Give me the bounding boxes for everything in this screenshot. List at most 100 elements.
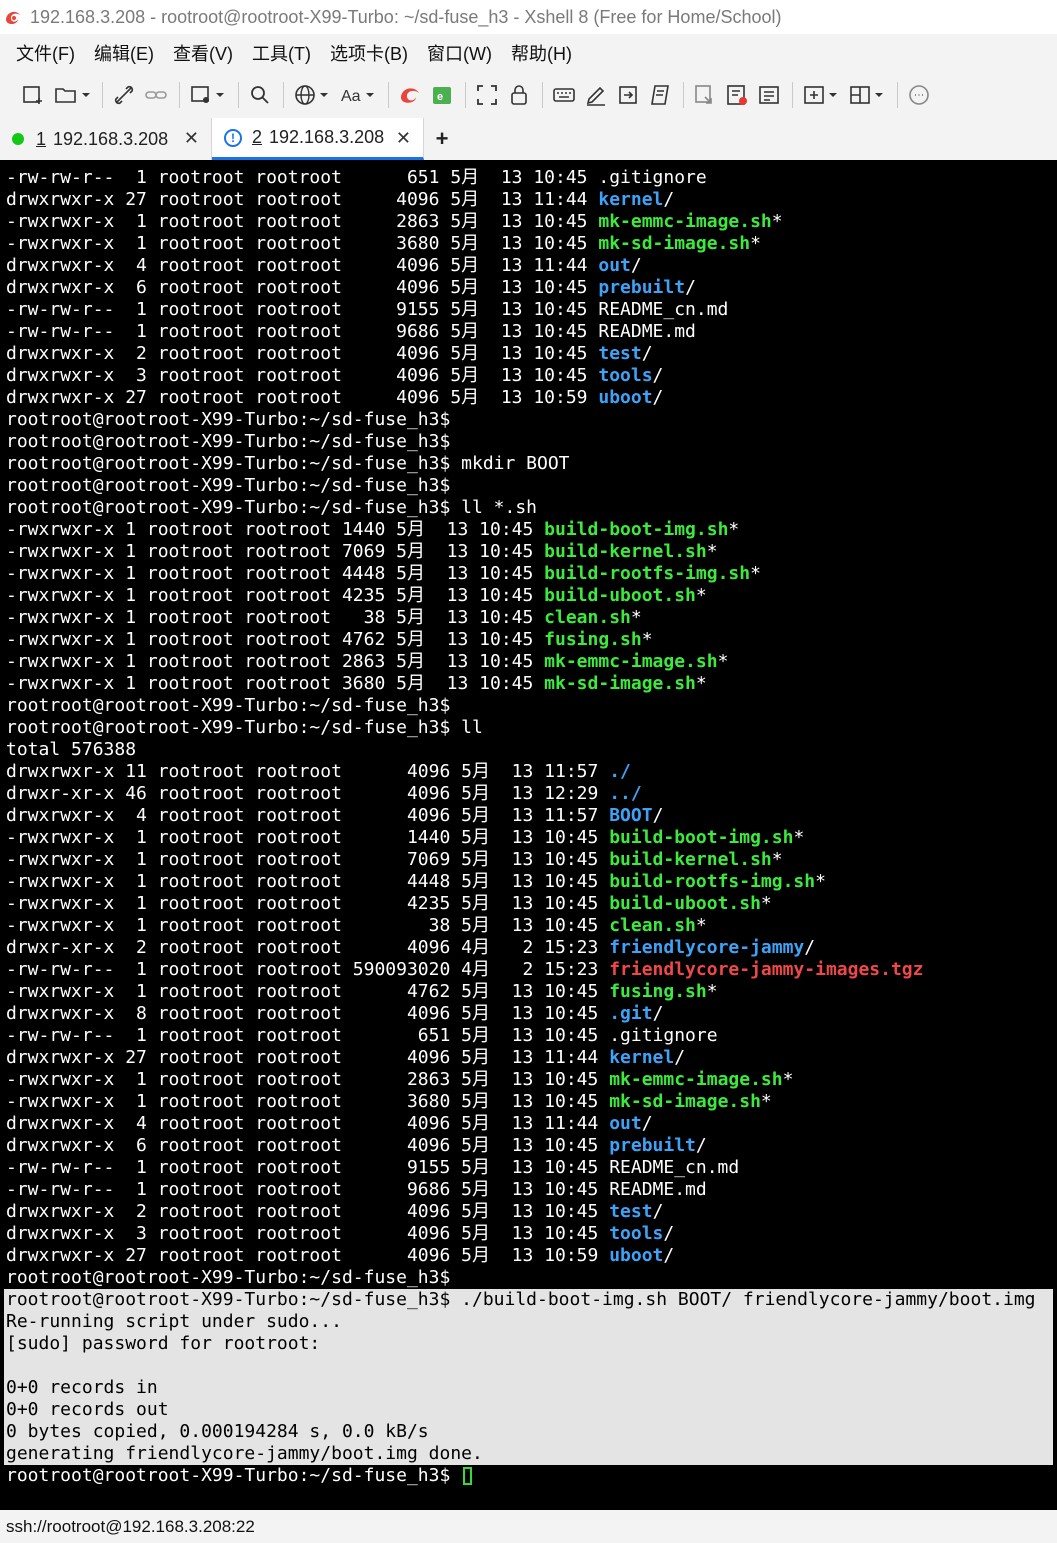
terminal-text: drwxrwxr-x 2 rootroot rootroot 4096 5月 1…: [6, 343, 599, 364]
terminal-line: -rwxrwxr-x 1 rootroot rootroot 4762 5月 1…: [6, 629, 653, 651]
terminal-line: drwxrwxr-x 3 rootroot rootroot 4096 5月 1…: [6, 1223, 674, 1245]
terminal-text: drwxrwxr-x 3 rootroot rootroot 4096 5月 1…: [6, 365, 599, 386]
font-icon[interactable]: Aa: [336, 80, 380, 110]
menu-tools[interactable]: 工具(T): [250, 38, 313, 68]
terminal-line: -rwxrwxr-x 1 rootroot rootroot 3680 5月 1…: [6, 233, 761, 255]
menu-bar: 文件(F) 编辑(E) 查看(V) 工具(T) 选项卡(B) 窗口(W) 帮助(…: [0, 34, 1057, 72]
menu-view[interactable]: 查看(V): [171, 38, 235, 68]
terminal-text: -rwxrwxr-x 1 rootroot rootroot 7069 5月 1…: [6, 541, 545, 562]
script-icon[interactable]: [645, 80, 675, 110]
terminal-line: drwxrwxr-x 3 rootroot rootroot 4096 5月 1…: [6, 365, 663, 387]
terminal-text: -rw-rw-r-- 1 rootroot rootroot 651 5月 13…: [6, 1025, 718, 1046]
terminal-exe-name: clean.sh: [609, 915, 696, 936]
terminal-line: rootroot@rootroot-X99-Turbo:~/sd-fuse_h3…: [6, 1267, 450, 1289]
terminal-text: /: [652, 805, 664, 826]
terminal-line: -rwxrwxr-x 1 rootroot rootroot 2863 5月 1…: [6, 211, 783, 233]
terminal-line: rootroot@rootroot-X99-Turbo:~/sd-fuse_h3…: [6, 497, 537, 519]
tab-number: 2: [252, 127, 263, 147]
terminal-text: /: [641, 343, 653, 364]
terminal-text: drwxrwxr-x 4 rootroot rootroot 4096 5月 1…: [6, 255, 599, 276]
xftp-green-icon[interactable]: e: [427, 80, 457, 110]
terminal-text: *: [750, 563, 761, 584]
terminal-text: *: [706, 981, 718, 1002]
terminal-text: rootroot@rootroot-X99-Turbo:~/sd-fuse_h3…: [6, 1465, 462, 1486]
terminal-line: -rwxrwxr-x 1 rootroot rootroot 1440 5月 1…: [6, 827, 804, 849]
terminal-text: -rwxrwxr-x 1 rootroot rootroot 7069 5月 1…: [6, 849, 610, 870]
terminal-text: -rwxrwxr-x 1 rootroot rootroot 4448 5月 1…: [6, 871, 610, 892]
terminal-text: *: [815, 871, 826, 892]
terminal-line: drwxrwxr-x 8 rootroot rootroot 4096 5月 1…: [6, 1003, 663, 1025]
close-tab-icon[interactable]: ✕: [396, 128, 411, 149]
terminal-text: rootroot@rootroot-X99-Turbo:~/sd-fuse_h3…: [6, 431, 451, 452]
search-icon[interactable]: [245, 80, 275, 110]
terminal-exe-name: build-rootfs-img.sh: [609, 871, 816, 892]
reconnect-icon[interactable]: [186, 80, 230, 110]
terminal-exe-name: build-boot-img.sh: [609, 827, 794, 848]
terminal-line: drwxr-xr-x 2 rootroot rootroot 4096 4月 2…: [6, 937, 815, 959]
toolbar-divider: [179, 82, 180, 108]
terminal-exe-name: mk-sd-image.sh: [609, 1091, 761, 1112]
terminal-text: -rw-rw-r-- 1 rootroot rootroot 9686 5月 1…: [6, 1179, 707, 1200]
fullscreen-icon[interactable]: [472, 80, 502, 110]
terminal-line: -rw-rw-r-- 1 rootroot rootroot 651 5月 13…: [6, 167, 707, 189]
session-tab-2[interactable]: ! 2 192.168.3.208 ✕: [212, 118, 424, 160]
disconnect-icon[interactable]: [109, 80, 139, 110]
terminal-line: -rwxrwxr-x 1 rootroot rootroot 3680 5月 1…: [6, 673, 707, 695]
link-icon[interactable]: [141, 80, 171, 110]
menu-help[interactable]: 帮助(H): [509, 38, 574, 68]
terminal-exe-name: mk-sd-image.sh: [544, 673, 696, 694]
terminal-text: rootroot@rootroot-X99-Turbo:~/sd-fuse_h3…: [6, 453, 570, 474]
terminal-text: [sudo] password for rootroot:: [6, 1333, 321, 1354]
terminal-output[interactable]: -rw-rw-r-- 1 rootroot rootroot 651 5月 13…: [0, 167, 1057, 1510]
lock-icon[interactable]: [504, 80, 534, 110]
terminal-text: *: [760, 1091, 772, 1112]
menu-file[interactable]: 文件(F): [14, 38, 77, 68]
terminal-dir-name: friendlycore-jammy: [609, 937, 805, 958]
xshell-red-icon[interactable]: [395, 80, 425, 110]
new-session-icon[interactable]: [18, 80, 48, 110]
terminal-line: -rwxrwxr-x 1 rootroot rootroot 7069 5月 1…: [6, 849, 783, 871]
terminal-exe-name: build-uboot.sh: [609, 893, 761, 914]
terminal-text: *: [630, 607, 642, 628]
terminal-text: -rwxrwxr-x 1 rootroot rootroot 2863 5月 1…: [6, 651, 545, 672]
terminal-text: /: [641, 1113, 653, 1134]
close-tab-icon[interactable]: ✕: [184, 128, 199, 149]
highlight-pen-icon[interactable]: [581, 80, 611, 110]
terminal-line: -rwxrwxr-x 1 rootroot rootroot 7069 5月 1…: [6, 541, 718, 563]
terminal-exe-name: clean.sh: [544, 607, 631, 628]
terminal-exe-name: mk-emmc-image.sh: [598, 211, 772, 232]
menu-window[interactable]: 窗口(W): [425, 38, 494, 68]
terminal-exe-name: build-kernel.sh: [609, 849, 772, 870]
new-tab-icon[interactable]: [799, 80, 843, 110]
terminal-text: -rwxrwxr-x 1 rootroot rootroot 1440 5月 1…: [6, 519, 545, 540]
terminal-text: /: [652, 1003, 664, 1024]
record-icon[interactable]: [722, 80, 752, 110]
log-icon[interactable]: [754, 80, 784, 110]
terminal-text: /: [804, 937, 816, 958]
transfer-icon[interactable]: [690, 80, 720, 110]
globe-icon[interactable]: [290, 80, 334, 110]
terminal-text: -rwxrwxr-x 1 rootroot rootroot 4235 5月 1…: [6, 585, 545, 606]
open-folder-icon[interactable]: [50, 80, 94, 110]
add-tab-button[interactable]: +: [424, 118, 460, 160]
terminal-text: -rwxrwxr-x 1 rootroot rootroot 1440 5月 1…: [6, 827, 610, 848]
terminal-text: -rwxrwxr-x 1 rootroot rootroot 38 5月 13 …: [6, 915, 610, 936]
layout-icon[interactable]: [845, 80, 889, 110]
terminal-exe-name: build-boot-img.sh: [544, 519, 729, 540]
terminal-text: *: [728, 519, 740, 540]
terminal-line: -rwxrwxr-x 1 rootroot rootroot 2863 5月 1…: [6, 651, 728, 673]
terminal-line: rootroot@rootroot-X99-Turbo:~/sd-fuse_h3…: [6, 695, 450, 717]
terminal-text: drwxrwxr-x 27 rootroot rootroot 4096 5月 …: [6, 1245, 610, 1266]
terminal-line: -rwxrwxr-x 1 rootroot rootroot 2863 5月 1…: [6, 1069, 793, 1091]
terminal-line: -rw-rw-r-- 1 rootroot rootroot 590093020…: [6, 959, 923, 981]
send-icon[interactable]: [613, 80, 643, 110]
session-tab-1[interactable]: 1 192.168.3.208 ✕: [0, 118, 212, 160]
terminal-text: /: [695, 1135, 707, 1156]
chat-icon[interactable]: [904, 80, 934, 110]
menu-tabs[interactable]: 选项卡(B): [328, 38, 410, 68]
terminal-line: -rwxrwxr-x 1 rootroot rootroot 1440 5月 1…: [6, 519, 739, 541]
menu-edit[interactable]: 编辑(E): [92, 38, 156, 68]
terminal-text: rootroot@rootroot-X99-Turbo:~/sd-fuse_h3…: [6, 1289, 1036, 1310]
keyboard-icon[interactable]: [549, 80, 579, 110]
terminal-line: -rwxrwxr-x 1 rootroot rootroot 4762 5月 1…: [6, 981, 718, 1003]
